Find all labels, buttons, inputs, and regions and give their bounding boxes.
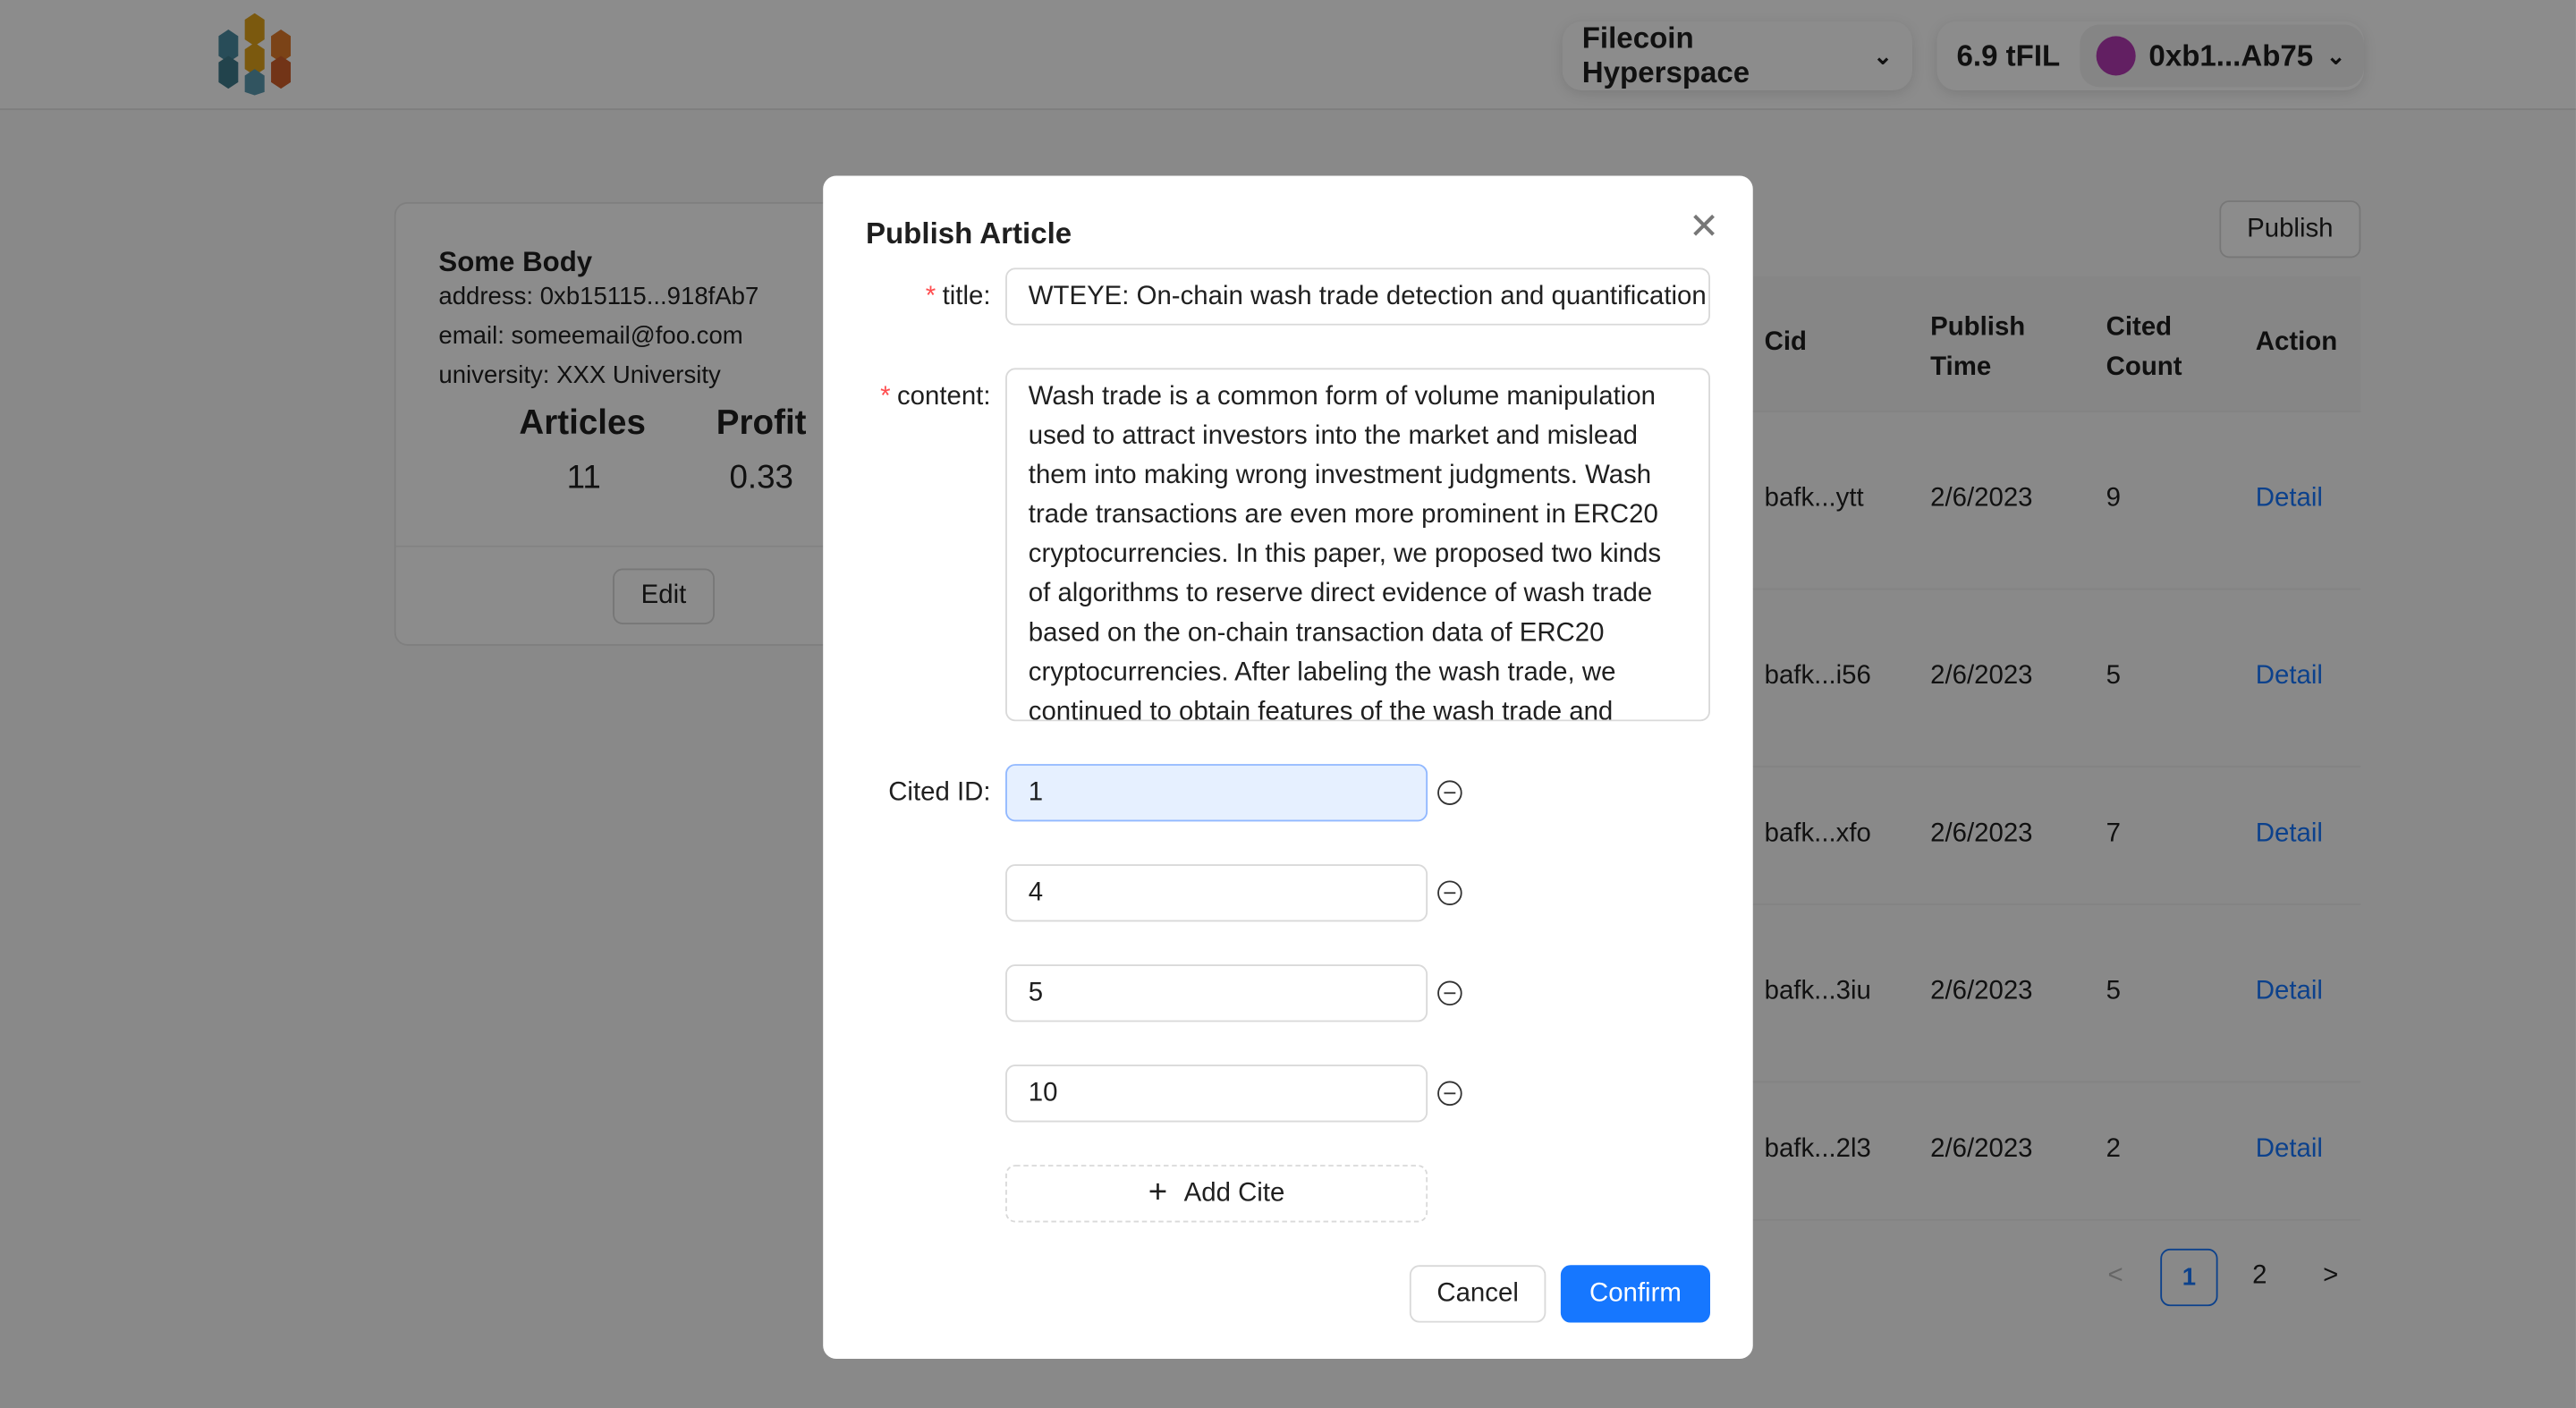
cited-id-label: Cited ID: xyxy=(888,778,991,807)
content-textarea[interactable]: Wash trade is a common form of volume ma… xyxy=(1005,368,1711,722)
add-cite-button[interactable]: + Add Cite xyxy=(1005,1165,1428,1223)
remove-cite-icon[interactable] xyxy=(1437,980,1462,1006)
cited-id-input[interactable]: 1 xyxy=(1005,764,1428,822)
cited-id-input[interactable]: 4 xyxy=(1005,864,1428,922)
modal-title: Publish Article xyxy=(865,216,1072,250)
confirm-button[interactable]: Confirm xyxy=(1560,1265,1711,1323)
remove-cite-icon[interactable] xyxy=(1437,1081,1462,1107)
close-icon[interactable]: ✕ xyxy=(1689,206,1719,249)
plus-icon: + xyxy=(1148,1175,1168,1211)
title-label: * title: xyxy=(925,282,991,311)
title-input[interactable]: WTEYE: On-chain wash trade detection and… xyxy=(1005,267,1711,326)
content-label: * content: xyxy=(880,382,991,411)
cited-id-input[interactable]: 10 xyxy=(1005,1064,1428,1123)
cited-id-input[interactable]: 5 xyxy=(1005,964,1428,1022)
remove-cite-icon[interactable] xyxy=(1437,780,1462,805)
publish-article-modal: Publish Article ✕ * title: WTEYE: On-chai… xyxy=(823,175,1753,1359)
add-cite-label: Add Cite xyxy=(1183,1178,1285,1208)
cancel-button[interactable]: Cancel xyxy=(1409,1265,1546,1323)
remove-cite-icon[interactable] xyxy=(1437,880,1462,906)
